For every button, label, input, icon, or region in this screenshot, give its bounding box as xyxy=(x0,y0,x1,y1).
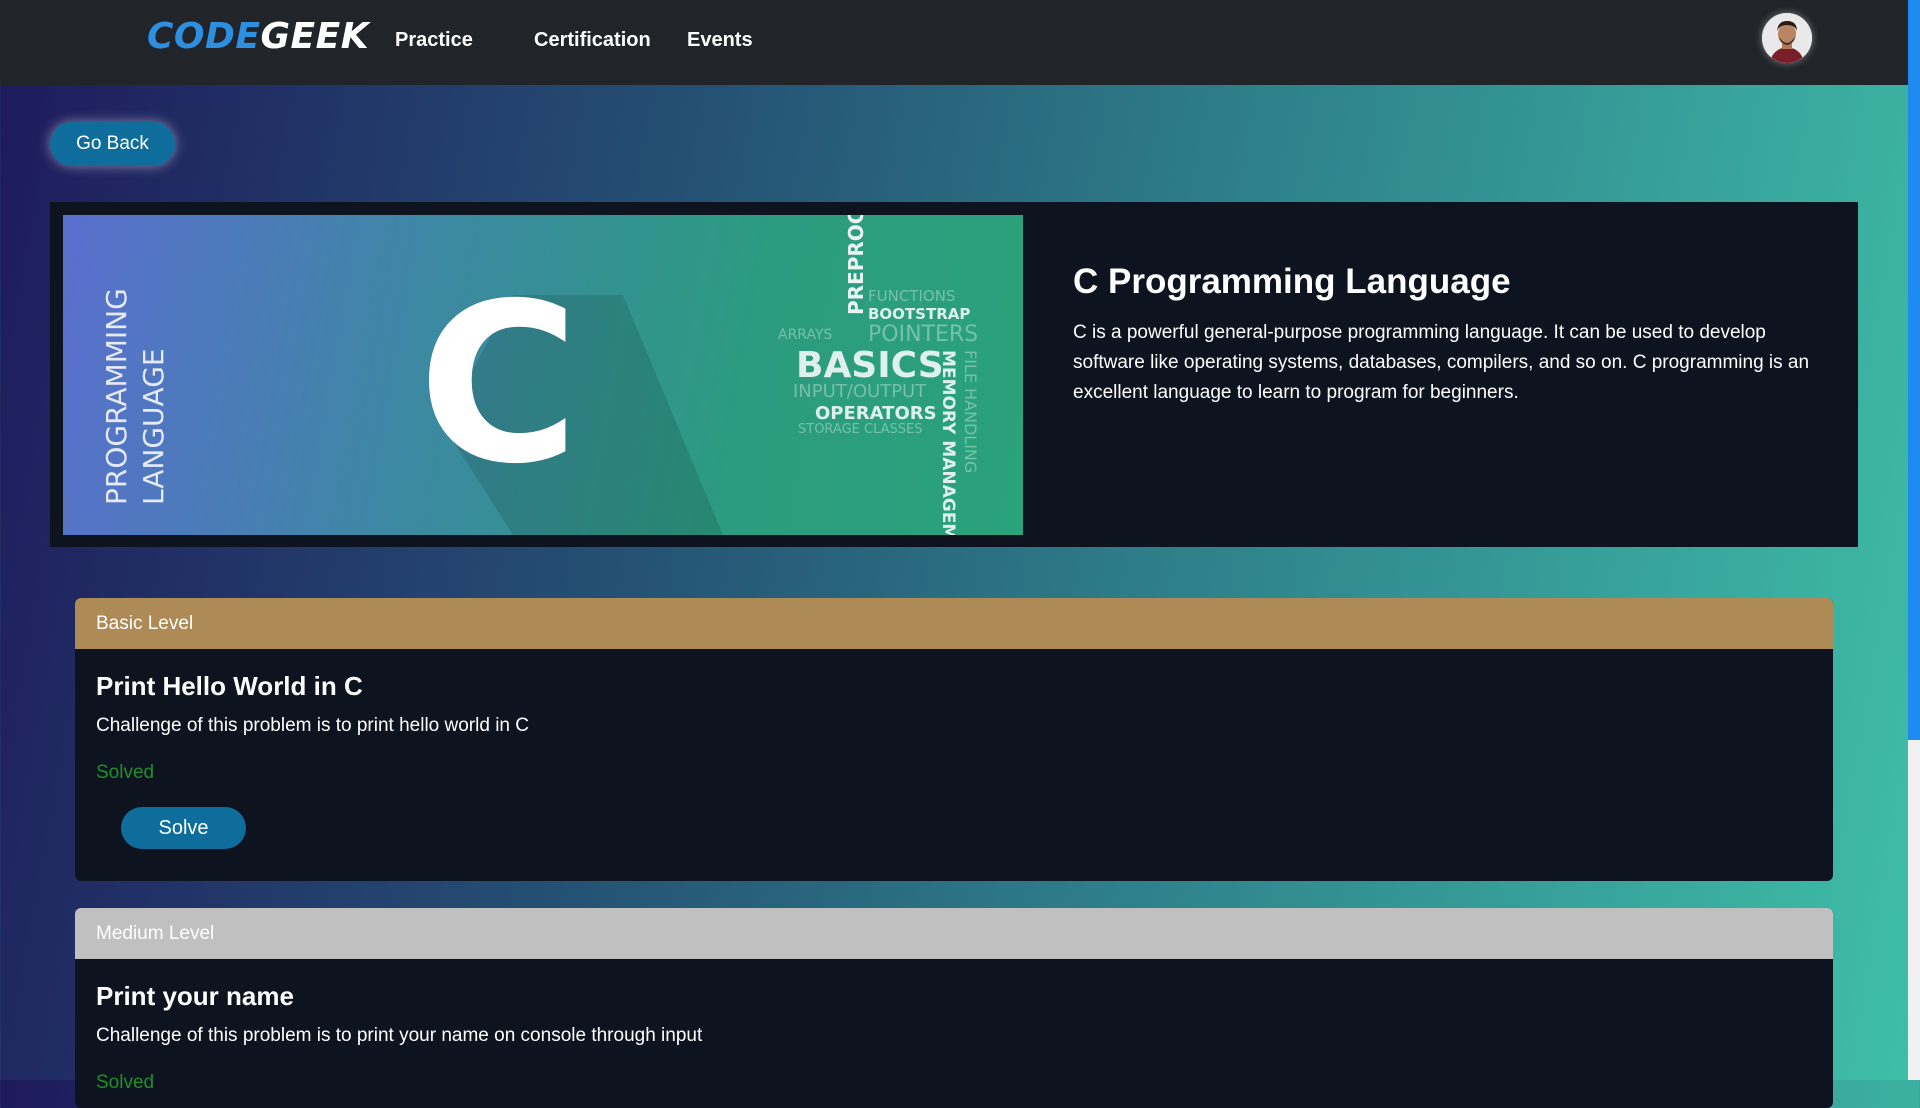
top-navbar: CODEGEEK Practice Certification Events xyxy=(0,0,1908,85)
svg-text:FILE HANDLING: FILE HANDLING xyxy=(961,350,980,473)
nav-certification[interactable]: Certification xyxy=(534,29,651,52)
course-hero-card: PROGRAMMING LANGUAGE C PREPROCE FUNCTION… xyxy=(50,202,1858,547)
problem-title: Print your name xyxy=(96,981,294,1011)
brand-code: CODE xyxy=(147,16,261,57)
problem-level-label: Medium Level xyxy=(96,923,215,944)
brand-geek: GEEK xyxy=(260,16,370,57)
user-avatar-icon xyxy=(1762,13,1812,63)
brand-logo[interactable]: CODEGEEK xyxy=(147,16,369,57)
c-language-banner-graphic: PROGRAMMING LANGUAGE C PREPROCE FUNCTION… xyxy=(100,215,980,535)
svg-text:PROGRAMMING: PROGRAMMING xyxy=(100,288,133,505)
svg-text:STORAGE CLASSES: STORAGE CLASSES xyxy=(798,422,923,437)
svg-text:BOOTSTRAP: BOOTSTRAP xyxy=(868,305,970,323)
user-avatar[interactable] xyxy=(1762,13,1812,63)
svg-text:OPERATORS: OPERATORS xyxy=(815,403,937,424)
course-description: C is a powerful general-purpose programm… xyxy=(1073,322,1810,403)
course-banner-image: PROGRAMMING LANGUAGE C PREPROCE FUNCTION… xyxy=(63,215,1023,535)
problem-card: Basic Level Print Hello World in C Chall… xyxy=(75,598,1833,881)
problem-title: Print Hello World in C xyxy=(96,671,363,701)
problem-level-label: Basic Level xyxy=(96,613,194,634)
svg-text:FUNCTIONS: FUNCTIONS xyxy=(868,287,955,305)
svg-text:POINTERS: POINTERS xyxy=(868,322,978,347)
course-title: C Programming Language xyxy=(1073,262,1511,301)
svg-text:INPUT/OUTPUT: INPUT/OUTPUT xyxy=(793,381,927,402)
svg-text:C: C xyxy=(418,256,579,512)
nav-events[interactable]: Events xyxy=(687,29,753,52)
svg-text:PREPROCE: PREPROCE xyxy=(844,215,868,315)
svg-text:MEMORY MANAGEM: MEMORY MANAGEM xyxy=(938,350,958,535)
problem-level-header: Medium Level xyxy=(75,908,1833,959)
problem-card: Medium Level Print your name Challenge o… xyxy=(75,908,1833,1108)
problem-status-solved: Solved xyxy=(96,1072,155,1093)
problem-status-solved: Solved xyxy=(96,762,155,783)
svg-text:BASICS: BASICS xyxy=(796,345,944,386)
scrollbar-thumb[interactable] xyxy=(1908,0,1920,740)
svg-text:LANGUAGE: LANGUAGE xyxy=(137,348,170,505)
solve-button[interactable]: Solve xyxy=(121,807,246,849)
problem-description: Challenge of this problem is to print he… xyxy=(96,715,529,736)
problem-description: Challenge of this problem is to print yo… xyxy=(96,1025,703,1046)
svg-text:ARRAYS: ARRAYS xyxy=(778,327,833,343)
go-back-button[interactable]: Go Back xyxy=(50,122,175,166)
nav-practice[interactable]: Practice xyxy=(395,29,473,52)
problem-level-header: Basic Level xyxy=(75,598,1833,649)
